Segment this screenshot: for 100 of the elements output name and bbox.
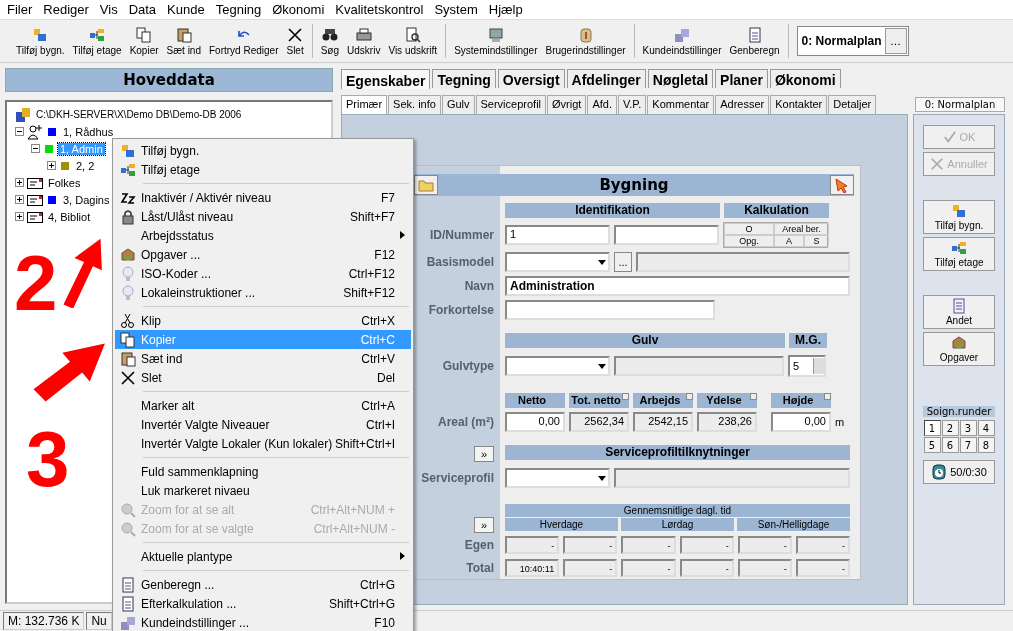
menu-item[interactable]: Lokaleinstruktioner ... Shift+F12 bbox=[115, 283, 411, 302]
subtab[interactable]: Sek. info bbox=[388, 95, 441, 114]
input-field[interactable]: Administration bbox=[505, 276, 850, 296]
spin-box[interactable]: 5 bbox=[788, 355, 826, 377]
action-button[interactable]: Tilføj bygn. bbox=[923, 200, 995, 234]
subtab[interactable]: Detaljer bbox=[828, 95, 877, 114]
menu-item[interactable]: Fuld sammenklapning bbox=[115, 462, 411, 481]
dropdown[interactable] bbox=[505, 468, 610, 488]
menu-item[interactable]: Låst/Ulåst niveau Shift+F7 bbox=[115, 207, 411, 226]
expander[interactable] bbox=[31, 144, 40, 153]
round-button[interactable]: 5 bbox=[923, 437, 941, 453]
toolbar-button[interactable]: Slet bbox=[282, 24, 308, 58]
tab[interactable]: Nøgletal bbox=[647, 69, 714, 88]
toolbar-button[interactable]: Kopier bbox=[125, 24, 163, 58]
menu-item[interactable]: Invertér Valgte Lokaler (Kun lokaler) Shift+Ctrl+I bbox=[115, 434, 411, 453]
menu-entry[interactable]: System bbox=[430, 2, 485, 17]
input-field[interactable]: 1 bbox=[505, 225, 610, 245]
menu-entry[interactable]: Data bbox=[124, 2, 164, 17]
menu-entry[interactable]: Filer bbox=[3, 2, 40, 17]
tab[interactable]: Egenskaber bbox=[341, 69, 431, 89]
expander[interactable] bbox=[15, 212, 24, 221]
menu-item[interactable]: Marker alt Ctrl+A bbox=[115, 396, 411, 415]
tab[interactable]: Økonomi bbox=[769, 69, 841, 88]
expander[interactable] bbox=[15, 127, 24, 136]
tree-item[interactable]: 4, Bibliot bbox=[46, 210, 93, 223]
toolbar-button[interactable]: Brugerindstillinger bbox=[541, 24, 630, 58]
subtab[interactable]: Serviceprofil bbox=[475, 95, 547, 114]
round-button[interactable]: 3 bbox=[959, 420, 977, 436]
menu-item[interactable]: Kundeindstillinger ... F10 bbox=[115, 613, 411, 631]
toolbar-button[interactable]: Vis udskrift bbox=[384, 24, 442, 58]
toolbar-button[interactable]: Tilføj bygn. bbox=[12, 24, 69, 58]
menu-item[interactable]: Tilføj bygn. bbox=[115, 141, 411, 160]
menu-entry[interactable]: Rediger bbox=[39, 2, 96, 17]
menu-entry[interactable]: Kvalitetskontrol bbox=[331, 2, 431, 17]
action-button[interactable]: Andet bbox=[923, 295, 995, 329]
subtab[interactable]: Adresser bbox=[715, 95, 770, 114]
menu-item[interactable]: Klip Ctrl+X bbox=[115, 311, 411, 330]
round-button[interactable]: 1 bbox=[923, 420, 941, 436]
tree-item[interactable]: 3, Dagins bbox=[61, 193, 112, 206]
folder-button[interactable] bbox=[414, 175, 438, 195]
menu-item[interactable]: ISO-Koder ... Ctrl+F12 bbox=[115, 264, 411, 283]
toolbar-button[interactable]: Sæt ind bbox=[162, 24, 205, 58]
toolbar-button[interactable]: Genberegn bbox=[725, 24, 784, 58]
toolbar-button[interactable]: Systemindstillinger bbox=[450, 24, 542, 58]
tab[interactable]: Planer bbox=[715, 69, 768, 88]
tab[interactable]: Tegning bbox=[432, 69, 496, 88]
menu-entry[interactable]: Tegning bbox=[211, 2, 269, 17]
input-field[interactable] bbox=[614, 225, 719, 245]
round-button[interactable]: 6 bbox=[941, 437, 959, 453]
menu-entry[interactable]: Økonomi bbox=[268, 2, 332, 17]
subtab[interactable]: V.P. bbox=[617, 95, 647, 114]
expand-button[interactable]: » bbox=[474, 517, 494, 533]
expander[interactable] bbox=[47, 161, 56, 170]
menu-item[interactable]: Opgaver ... F12 bbox=[115, 245, 411, 264]
subtab[interactable]: Gulv bbox=[441, 95, 475, 114]
timer-button[interactable]: 50/0:30 bbox=[923, 460, 995, 484]
menu-entry[interactable]: Hjælp bbox=[484, 2, 530, 17]
subtab[interactable]: Kontakter bbox=[770, 95, 828, 114]
input-field[interactable]: 0,00 bbox=[771, 412, 831, 432]
round-button[interactable]: 4 bbox=[977, 420, 995, 436]
round-button[interactable]: 7 bbox=[959, 437, 977, 453]
browse-button[interactable]: ... bbox=[614, 252, 632, 272]
menu-item[interactable]: Efterkalkulation ... Shift+Ctrl+G bbox=[115, 594, 411, 613]
menu-item[interactable]: Genberegn ... Ctrl+G bbox=[115, 575, 411, 594]
action-button[interactable]: Opgaver bbox=[923, 332, 995, 366]
menu-item[interactable]: Arbejdsstatus bbox=[115, 226, 411, 245]
dropdown[interactable] bbox=[505, 356, 610, 376]
pointer-button[interactable] bbox=[830, 175, 854, 195]
tree-item[interactable]: Folkes bbox=[46, 176, 83, 189]
round-button[interactable]: 8 bbox=[977, 437, 995, 453]
toolbar-button[interactable]: Udskriv bbox=[343, 24, 385, 58]
menu-item[interactable]: Tilføj etage bbox=[115, 160, 411, 179]
menu-item[interactable]: Invertér Valgte Niveauer Ctrl+I bbox=[115, 415, 411, 434]
menu-entry[interactable]: Kunde bbox=[163, 2, 212, 17]
menu-item[interactable]: Luk markeret nivaeu bbox=[115, 481, 411, 500]
menu-item[interactable]: Inaktivér / Aktivér niveau F7 bbox=[115, 188, 411, 207]
expander[interactable] bbox=[15, 195, 24, 204]
tree-root[interactable]: C:\DKH-SERVER\X\Demo DB\Demo-DB 2006 bbox=[34, 109, 244, 120]
menu-entry[interactable]: Vis bbox=[95, 2, 125, 17]
toolbar-button[interactable]: Søg bbox=[316, 24, 344, 58]
toolbar-button[interactable]: Fortryd Rediger bbox=[205, 24, 283, 58]
plan-selector[interactable]: 0: Normalplan ... bbox=[796, 26, 909, 56]
round-button[interactable]: 2 bbox=[941, 420, 959, 436]
tree-item[interactable]: 2, 2 bbox=[74, 159, 97, 172]
menu-item[interactable]: Sæt ind Ctrl+V bbox=[115, 349, 411, 368]
input-field[interactable] bbox=[505, 300, 715, 320]
subtab[interactable]: Kommentar bbox=[647, 95, 715, 114]
tree-item[interactable]: 1, Rådhus bbox=[61, 125, 116, 138]
dropdown[interactable] bbox=[505, 252, 610, 272]
tab[interactable]: Oversigt bbox=[497, 69, 565, 88]
toolbar-button[interactable]: Tilføj etage bbox=[68, 24, 126, 58]
menu-item[interactable]: Aktuelle plantype bbox=[115, 547, 411, 566]
menu-item[interactable]: Slet Del bbox=[115, 368, 411, 387]
tab[interactable]: Afdelinger bbox=[566, 69, 646, 88]
subtab[interactable]: Afd. bbox=[587, 95, 617, 114]
subtab[interactable]: Øvrigt bbox=[547, 95, 587, 114]
plan-button[interactable]: ... bbox=[884, 28, 907, 54]
expand-button[interactable]: » bbox=[474, 446, 494, 462]
expander[interactable] bbox=[15, 178, 24, 187]
input-field[interactable]: 0,00 bbox=[505, 412, 565, 432]
